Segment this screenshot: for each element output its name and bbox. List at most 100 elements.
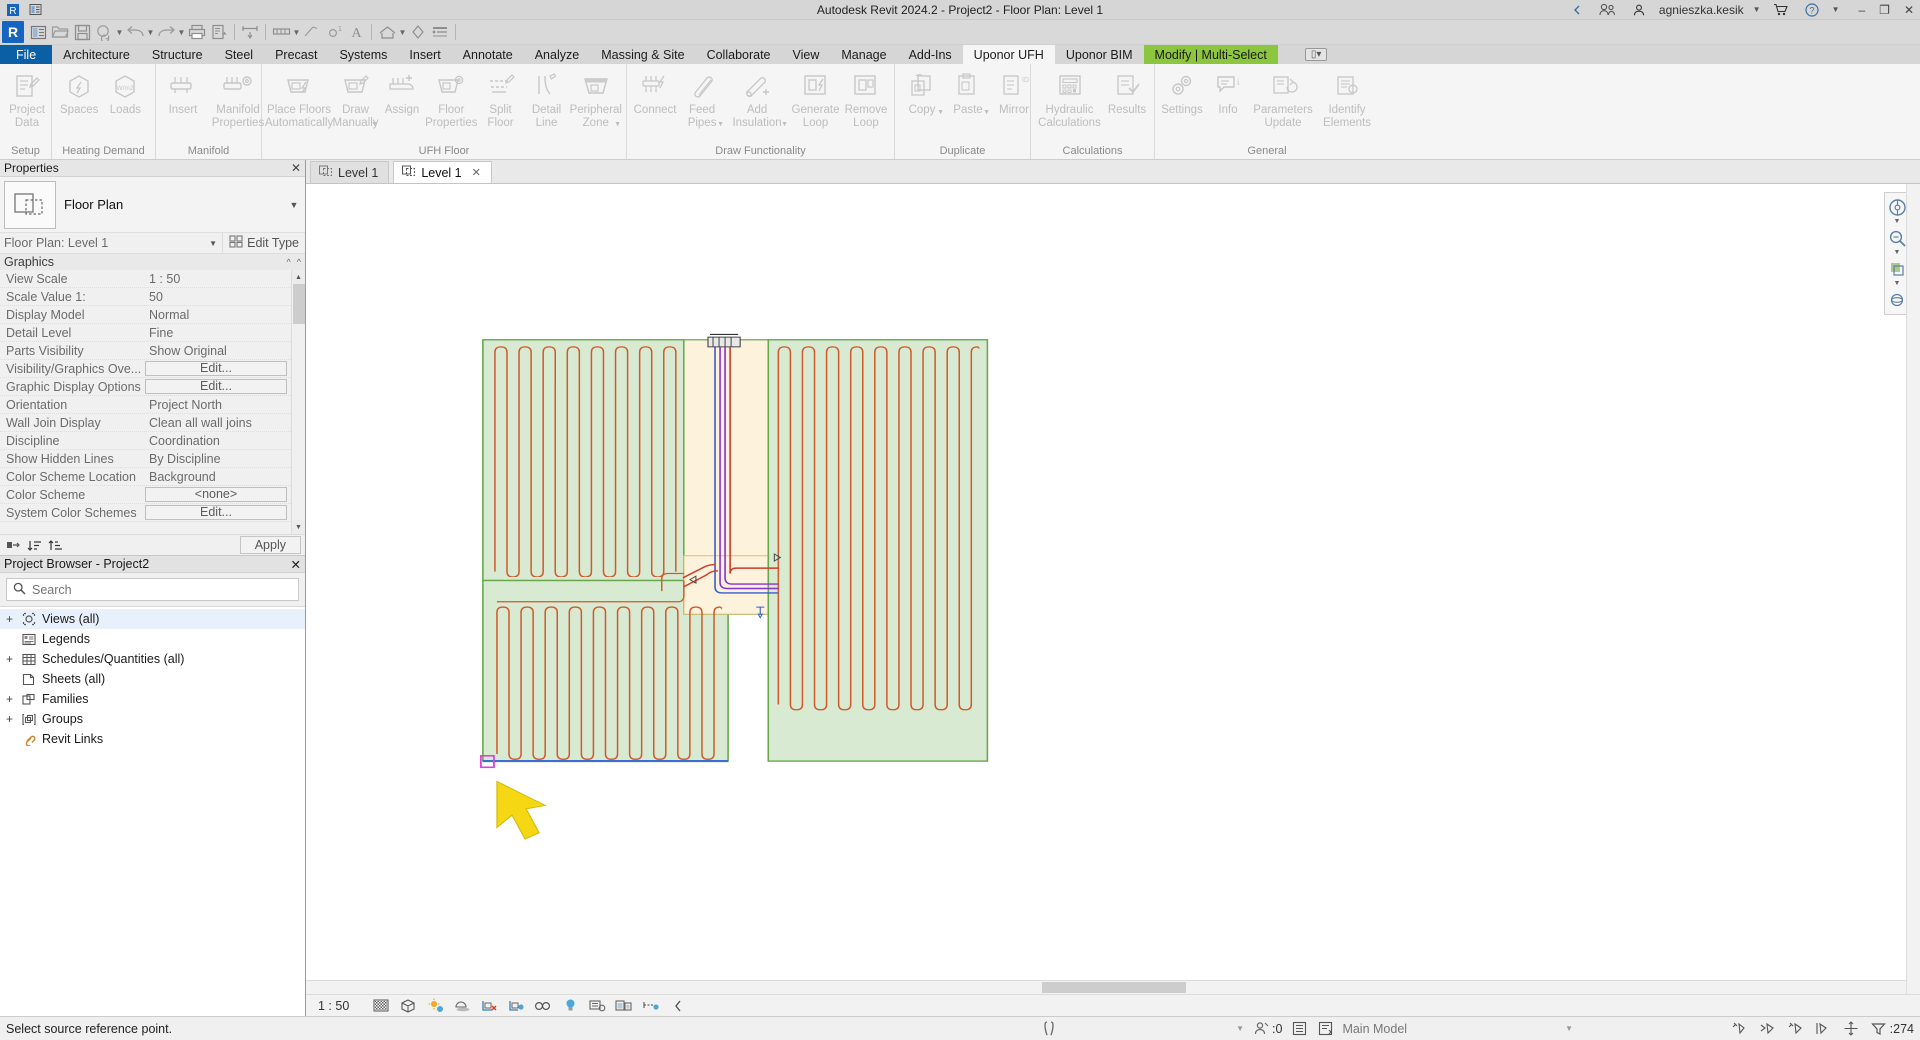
properties-group-graphics[interactable]: Graphics ^ ^ [0, 254, 305, 270]
ribbon-button-copy[interactable]: Copy ▼ [899, 68, 945, 119]
model-caret-icon[interactable]: ▼ [1565, 1024, 1573, 1033]
properties-help-icon[interactable] [4, 536, 22, 554]
properties-scrollbar[interactable]: ▲ ▼ [291, 270, 305, 534]
sun-path-icon[interactable] [426, 997, 444, 1015]
tab-modify-multi-select[interactable]: Modify | Multi-Select [1143, 45, 1278, 64]
help-menu-caret-icon[interactable]: ▼ [1832, 5, 1840, 14]
chevron-down-icon[interactable]: ▼ [781, 121, 788, 128]
ribbon-button-project-data[interactable]: Project Data [4, 68, 50, 131]
redo-icon[interactable] [155, 21, 177, 43]
project-browser-search[interactable] [6, 578, 299, 601]
chevron-up-icon[interactable]: ^ [297, 257, 301, 267]
expander-icon[interactable]: + [4, 713, 15, 725]
print-preview-icon[interactable] [208, 21, 230, 43]
property-value[interactable]: 50 [143, 290, 305, 304]
property-row[interactable]: Scale Value 1: 50 [0, 288, 305, 306]
tag-icon[interactable] [301, 21, 323, 43]
user-name[interactable]: agnieszka.kesik [1659, 3, 1744, 17]
community-icon[interactable] [1597, 0, 1619, 21]
drag-elements-icon[interactable] [1842, 1020, 1860, 1038]
tree-node-legends[interactable]: Legends [0, 629, 305, 649]
title-bar-menu-icon[interactable] [24, 0, 46, 21]
default-3d-view-icon[interactable] [376, 21, 398, 43]
property-value[interactable]: By Discipline [143, 452, 305, 466]
view-tab-level-1-active[interactable]: Level 1 ✕ [393, 161, 492, 183]
user-avatar-icon[interactable] [1628, 0, 1650, 21]
property-row[interactable]: Display Model Normal [0, 306, 305, 324]
ribbon-button-floor-properties[interactable]: Floor Properties [425, 68, 478, 131]
chevron-down-icon[interactable]: ▼ [717, 121, 724, 128]
drawing-canvas[interactable]: ▼ ▼ ▼ 1: 50 [306, 184, 1920, 1016]
ribbon-button-peripheral-zone[interactable]: Peripheral Zone ▼ [570, 68, 622, 131]
tab-collaborate[interactable]: Collaborate [696, 45, 782, 64]
property-edit-button[interactable]: <none> [145, 487, 287, 502]
select-underlay-icon[interactable] [1758, 1020, 1776, 1038]
project-browser-toggle-icon[interactable] [27, 21, 49, 43]
main-model-label[interactable]: Main Model [1342, 1022, 1407, 1036]
undo-icon[interactable] [124, 21, 146, 43]
ribbon-button-draw-manually[interactable]: Draw Manually ▼ [332, 68, 379, 131]
search-input[interactable] [32, 582, 292, 597]
pan-icon[interactable] [1886, 258, 1908, 280]
hide-isolate-icon[interactable] [561, 997, 579, 1015]
zoom-region-icon[interactable] [1886, 227, 1908, 249]
ribbon-button-detail-line[interactable]: Detail Line [524, 68, 570, 131]
ribbon-button-identify-elements[interactable]: Identify Elements [1315, 68, 1379, 131]
property-value[interactable]: Background [143, 470, 305, 484]
design-options-icon[interactable] [1290, 1020, 1308, 1038]
crop-view-icon[interactable] [480, 997, 498, 1015]
print-icon[interactable] [186, 21, 208, 43]
steering-wheel-caret-icon[interactable]: ▼ [1894, 218, 1901, 227]
tree-node-revit-links[interactable]: Revit Links [0, 729, 305, 749]
scroll-up-icon[interactable]: ▲ [292, 270, 305, 284]
property-row[interactable]: Parts Visibility Show Original [0, 342, 305, 360]
save-dropdown-caret-icon[interactable]: ▼ [115, 21, 124, 43]
tab-insert[interactable]: Insert [398, 45, 451, 64]
zoom-caret-icon[interactable]: ▼ [1894, 249, 1901, 258]
chevron-left-icon[interactable] [669, 997, 687, 1015]
property-value[interactable]: Normal [143, 308, 305, 322]
tab-analyze[interactable]: Analyze [524, 45, 590, 64]
maximize-button[interactable]: ❐ [1879, 3, 1890, 17]
dimension-dropdown-caret-icon[interactable]: ▼ [292, 21, 301, 43]
ribbon-button-loads[interactable]: W/m2 Loads [102, 68, 148, 119]
tab-architecture[interactable]: Architecture [52, 45, 141, 64]
ribbon-display-options[interactable]: ▯▾ [1294, 45, 1339, 64]
properties-type-caret-icon[interactable]: ▼ [287, 200, 301, 210]
property-row[interactable]: Discipline Coordination [0, 432, 305, 450]
property-row[interactable]: Color Scheme Location Background [0, 468, 305, 486]
text-icon[interactable]: A [345, 21, 367, 43]
tree-node-families[interactable]: + Families [0, 689, 305, 709]
view-scale-label[interactable]: 1 : 50 [318, 999, 349, 1013]
shopping-cart-icon[interactable] [1770, 0, 1792, 21]
ribbon-button-results[interactable]: Results [1104, 68, 1150, 119]
thin-lines-icon[interactable] [429, 21, 451, 43]
ribbon-button-paste[interactable]: Paste ▼ [945, 68, 991, 119]
selection-filter[interactable]: :274 [1870, 1020, 1914, 1038]
main-model-icon[interactable] [1316, 1020, 1334, 1038]
tab-uponor-bim[interactable]: Uponor BIM [1055, 45, 1144, 64]
property-value[interactable]: Show Original [143, 344, 305, 358]
revit-app-icon[interactable]: R [2, 0, 24, 21]
expander-icon[interactable]: + [4, 693, 15, 705]
tab-structure[interactable]: Structure [141, 45, 214, 64]
redo-dropdown-caret-icon[interactable]: ▼ [177, 21, 186, 43]
save-as-cloud-icon[interactable] [93, 21, 115, 43]
tab-annotate[interactable]: Annotate [452, 45, 524, 64]
ribbon-button-insert-manifold[interactable]: Insert [160, 68, 206, 119]
tree-node-sheets[interactable]: Sheets (all) [0, 669, 305, 689]
tab-steel[interactable]: Steel [214, 45, 265, 64]
detail-level-icon[interactable] [372, 997, 390, 1015]
pan-caret-icon[interactable]: ▼ [1894, 280, 1901, 289]
property-edit-button[interactable]: Edit... [145, 379, 287, 394]
property-row[interactable]: Show Hidden Lines By Discipline [0, 450, 305, 468]
user-menu-caret-icon[interactable]: ▼ [1753, 5, 1761, 14]
open-icon[interactable] [49, 21, 71, 43]
help-icon[interactable]: ? [1801, 0, 1823, 21]
expander-icon[interactable]: + [4, 653, 15, 665]
tab-view[interactable]: View [782, 45, 831, 64]
property-edit-button[interactable]: Edit... [145, 505, 287, 520]
tab-manage[interactable]: Manage [830, 45, 897, 64]
ribbon-button-place-floors-automatically[interactable]: Place Floors Automatically [265, 68, 333, 131]
tab-systems[interactable]: Systems [328, 45, 398, 64]
